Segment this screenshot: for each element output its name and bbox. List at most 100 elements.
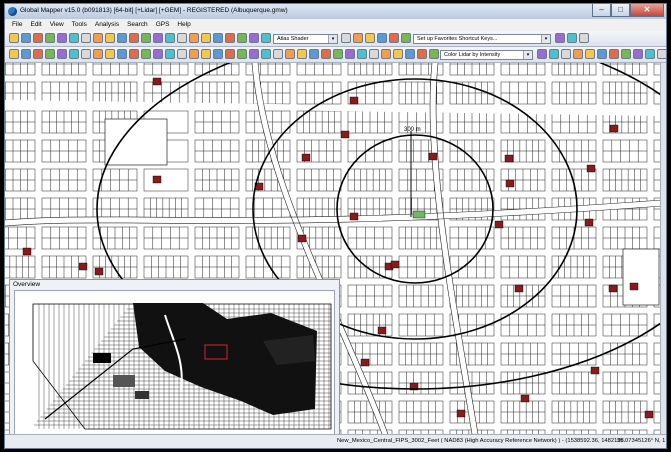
toolbar-tool-icon[interactable] <box>33 33 43 43</box>
menu-tools[interactable]: Tools <box>68 19 91 31</box>
toolbar-tool-icon[interactable] <box>357 49 367 59</box>
toolbar-tool-icon[interactable] <box>249 33 259 43</box>
toolbar-tool-icon[interactable] <box>555 33 565 43</box>
toolbar-tool-icon[interactable] <box>237 33 247 43</box>
toolbar-tool-icon[interactable] <box>165 33 175 43</box>
vertical-scrollbar[interactable] <box>660 63 666 434</box>
status-projection: New_Mexico_Central_FIPS_3002_Feet ( NAD8… <box>337 438 626 444</box>
toolbar-tool-icon[interactable] <box>567 33 577 43</box>
toolbar-tool-icon[interactable] <box>129 33 139 43</box>
toolbar-tool-icon[interactable] <box>389 33 399 43</box>
toolbar-tool-icon[interactable] <box>81 33 91 43</box>
toolbar-tool-icon[interactable] <box>21 49 31 59</box>
toolbar-tool-icon[interactable] <box>105 33 115 43</box>
toolbar-tool-icon[interactable] <box>609 49 619 59</box>
toolbar-tool-icon[interactable] <box>573 49 583 59</box>
toolbar-tool-icon[interactable] <box>21 33 31 43</box>
toolbar-tool-icon[interactable] <box>429 49 439 59</box>
toolbar-tool-icon[interactable] <box>117 49 127 59</box>
toolbar-tool-icon[interactable] <box>249 49 259 59</box>
toolbar-tool-icon[interactable] <box>201 49 211 59</box>
shader-select[interactable]: Atlas Shader ▾ <box>273 34 338 44</box>
toolbar-tool-icon[interactable] <box>297 49 307 59</box>
toolbar-tool-icon[interactable] <box>177 49 187 59</box>
toolbar-tool-icon[interactable] <box>237 49 247 59</box>
toolbar-tool-icon[interactable] <box>9 49 19 59</box>
menu-view[interactable]: View <box>46 19 68 31</box>
toolbar-tool-icon[interactable] <box>377 33 387 43</box>
toolbar-tool-icon[interactable] <box>321 49 331 59</box>
toolbar-tool-icon[interactable] <box>401 33 411 43</box>
maximize-button[interactable]: □ <box>611 4 630 17</box>
toolbar-tool-icon[interactable] <box>45 49 55 59</box>
menu-edit[interactable]: Edit <box>26 19 45 31</box>
toolbar-tool-icon[interactable] <box>189 33 199 43</box>
toolbar-tool-icon[interactable] <box>153 33 163 43</box>
toolbar-tool-icon[interactable] <box>213 49 223 59</box>
toolbar-tool-icon[interactable] <box>561 49 571 59</box>
toolbar-tool-icon[interactable] <box>393 49 403 59</box>
toolbar-tool-icon[interactable] <box>225 33 235 43</box>
toolbar-tool-icon[interactable] <box>69 33 79 43</box>
toolbar-tool-icon[interactable] <box>309 49 319 59</box>
toolbar-tool-icon[interactable] <box>165 49 175 59</box>
toolbar-tool-icon[interactable] <box>33 49 43 59</box>
toolbar-tool-icon[interactable] <box>285 49 295 59</box>
toolbar-tool-icon[interactable] <box>9 33 19 43</box>
shortcut-keys-select[interactable]: Set up Favorites Shortcut Keys... ▾ <box>413 34 551 44</box>
toolbar-tool-icon[interactable] <box>105 49 115 59</box>
close-button[interactable]: ✕ <box>630 4 664 17</box>
menu-file[interactable]: File <box>8 19 26 31</box>
toolbar-tool-icon[interactable] <box>417 49 427 59</box>
toolbar-tool-icon[interactable] <box>273 49 283 59</box>
toolbar-tool-icon[interactable] <box>189 49 199 59</box>
menu-help[interactable]: Help <box>173 19 194 31</box>
toolbar-tool-icon[interactable] <box>153 49 163 59</box>
toolbar-tool-icon[interactable] <box>45 33 55 43</box>
toolbar-tool-icon[interactable] <box>381 49 391 59</box>
toolbar-tool-icon[interactable] <box>621 49 631 59</box>
toolbar-tool-icon[interactable] <box>141 49 151 59</box>
toolbar-tool-icon[interactable] <box>645 49 655 59</box>
overview-map[interactable] <box>14 290 335 437</box>
toolbar-tool-icon[interactable] <box>57 49 67 59</box>
toolbar-tool-icon[interactable] <box>261 33 271 43</box>
toolbar-tool-icon[interactable] <box>353 33 363 43</box>
toolbar-tool-icon[interactable] <box>341 33 351 43</box>
toolbar-tool-icon[interactable] <box>261 49 271 59</box>
menu-search[interactable]: Search <box>123 19 152 31</box>
overview-map-canvas <box>32 303 332 430</box>
toolbar-tool-icon[interactable] <box>129 49 139 59</box>
lidar-color-select[interactable]: Color Lidar by Intensity ▾ <box>440 50 533 60</box>
title-bar[interactable]: Global Mapper v15.0 (b091813) [64-bit] [… <box>5 4 666 19</box>
toolbar-tool-icon[interactable] <box>579 33 589 43</box>
toolbar-tool-icon[interactable] <box>597 49 607 59</box>
toolbar-tool-icon[interactable] <box>213 33 223 43</box>
toolbar-tool-icon[interactable] <box>585 49 595 59</box>
toolbar-tool-icon[interactable] <box>81 49 91 59</box>
toolbar-tool-icon[interactable] <box>93 33 103 43</box>
toolbar-tool-icon[interactable] <box>633 49 643 59</box>
menu-gps[interactable]: GPS <box>152 19 174 31</box>
toolbar-tool-icon[interactable] <box>333 49 343 59</box>
toolbar-tool-icon[interactable] <box>369 49 379 59</box>
minimize-button[interactable]: – <box>592 4 611 17</box>
range-distance-label: 300 m <box>404 127 421 133</box>
toolbar-tool-icon[interactable] <box>141 33 151 43</box>
toolbar-tool-icon[interactable] <box>69 49 79 59</box>
toolbar-tool-icon[interactable] <box>365 33 375 43</box>
toolbar-tool-icon[interactable] <box>657 49 666 59</box>
toolbar-tool-icon[interactable] <box>57 33 67 43</box>
toolbar-tool-icon[interactable] <box>117 33 127 43</box>
menu-analysis[interactable]: Analysis <box>91 19 123 31</box>
shortcut-dropdown-arrow-icon: ▾ <box>541 35 550 43</box>
toolbar-tool-icon[interactable] <box>201 33 211 43</box>
toolbar-tool-icon[interactable] <box>177 33 187 43</box>
toolbar-tool-icon[interactable] <box>405 49 415 59</box>
toolbar-tool-icon[interactable] <box>549 49 559 59</box>
toolbar-tool-icon[interactable] <box>93 49 103 59</box>
toolbar-tool-icon[interactable] <box>225 49 235 59</box>
toolbar-tool-icon[interactable] <box>345 49 355 59</box>
window-controls: – □ ✕ <box>592 4 664 18</box>
toolbar-tool-icon[interactable] <box>537 49 547 59</box>
